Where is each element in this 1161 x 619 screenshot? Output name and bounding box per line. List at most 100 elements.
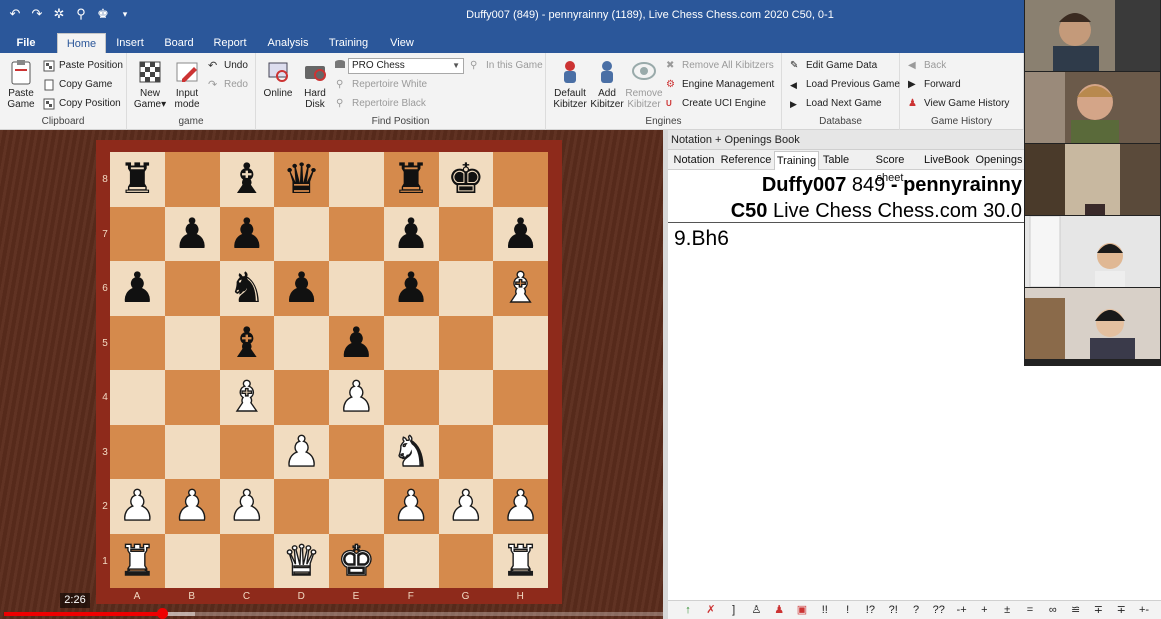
square-e1[interactable]: ♚: [329, 533, 384, 588]
square-h1[interactable]: ♜: [493, 533, 548, 588]
annotation-symbol-button[interactable]: ∓: [1111, 602, 1131, 619]
white-pawn-icon[interactable]: ♟: [173, 484, 212, 527]
undo-icon[interactable]: ↶: [6, 5, 24, 23]
new-game-button[interactable]: New Game▾: [132, 59, 168, 110]
square-f3[interactable]: ♞: [383, 424, 439, 479]
tab-analysis[interactable]: Analysis: [264, 33, 312, 53]
settings-icon[interactable]: ✲: [50, 5, 68, 23]
square-e4[interactable]: ♟: [329, 370, 384, 425]
square-b2[interactable]: ♟: [164, 479, 220, 534]
tab-score-sheet[interactable]: Score sheet: [862, 151, 918, 184]
square-a3[interactable]: [110, 424, 165, 479]
square-f6[interactable]: ♟: [383, 261, 439, 316]
square-f1[interactable]: [383, 533, 439, 588]
tab-notation[interactable]: Notation: [670, 151, 718, 170]
annotation-symbol-button[interactable]: =: [1020, 602, 1040, 619]
white-bishop-icon[interactable]: ♝: [227, 375, 266, 418]
square-g7[interactable]: [438, 206, 494, 261]
chess-board[interactable]: ♜ ♝ ♛ ♜ ♚ ♟ ♟ ♟ ♟ ♟ ♞ ♟ ♟ ♝ ♝ ♟ ♝ ♟ ♟ ♞ ♟ ♟ ♟ ♟ ♟ ♟ ♜ ♛ ♚ ♜: [110, 152, 548, 588]
square-f4[interactable]: [383, 370, 439, 425]
square-c8[interactable]: ♝: [219, 152, 275, 207]
white-bishop-icon[interactable]: ♝: [501, 266, 540, 309]
black-pawn-icon[interactable]: ♟: [392, 267, 430, 309]
remove-all-kibitzers-button[interactable]: ✖ Remove All Kibitzers: [666, 58, 774, 74]
square-d8[interactable]: ♛: [274, 152, 329, 207]
annotation-symbol-button[interactable]: ?!: [883, 602, 903, 619]
annotation-symbol-button[interactable]: +: [974, 602, 994, 619]
annotation-symbol-button[interactable]: ∞: [1043, 602, 1063, 619]
promote-icon[interactable]: ♙: [746, 602, 766, 619]
square-b8[interactable]: [164, 152, 220, 207]
square-a5[interactable]: [110, 315, 165, 370]
square-b7[interactable]: ♟: [164, 206, 220, 261]
load-previous-game-button[interactable]: ◀ Load Previous Game: [790, 77, 900, 93]
square-f8[interactable]: ♜: [383, 152, 439, 207]
white-pawn-icon[interactable]: ♟: [282, 430, 321, 473]
annotation-symbol-button[interactable]: ?: [906, 602, 926, 619]
paste-game-button[interactable]: Paste Game: [3, 59, 39, 110]
square-c4[interactable]: ♝: [219, 370, 275, 425]
tab-board[interactable]: Board: [160, 33, 198, 53]
square-h4[interactable]: [493, 370, 548, 425]
square-g8[interactable]: ♚: [438, 152, 494, 207]
redo-button[interactable]: ↷ Redo: [208, 77, 248, 93]
annotation-symbol-button[interactable]: +-: [1134, 602, 1154, 619]
back-button[interactable]: ◀ Back: [908, 58, 946, 74]
tab-training[interactable]: Training: [774, 151, 819, 170]
tab-file[interactable]: File: [8, 33, 44, 53]
square-d7[interactable]: [274, 206, 329, 261]
tab-insert[interactable]: Insert: [112, 33, 148, 53]
square-h2[interactable]: ♟: [493, 479, 548, 534]
repertoire-white-button[interactable]: ⚲ Repertoire White: [336, 77, 427, 93]
square-e5[interactable]: ♟: [329, 315, 384, 370]
pin-icon[interactable]: ⚲: [72, 5, 90, 23]
annotation-symbol-button[interactable]: -+: [952, 602, 972, 619]
remove-kibitzer-button[interactable]: Remove Kibitzer: [624, 59, 664, 110]
theme-icon[interactable]: ♚: [94, 5, 112, 23]
add-kibitzer-button[interactable]: Add Kibitzer: [587, 59, 627, 110]
tab-reference[interactable]: Reference: [720, 151, 772, 170]
paste-position-button[interactable]: Paste Position: [43, 58, 123, 74]
square-a6[interactable]: ♟: [110, 261, 165, 316]
black-pawn-icon[interactable]: ♟: [283, 267, 321, 309]
square-f2[interactable]: ♟: [383, 479, 439, 534]
white-pawn-icon[interactable]: ♟: [446, 484, 485, 527]
square-d4[interactable]: [274, 370, 329, 425]
black-pawn-icon[interactable]: ♟: [502, 212, 540, 255]
edit-game-data-button[interactable]: ✎ Edit Game Data: [790, 58, 877, 74]
square-b3[interactable]: [164, 424, 220, 479]
square-g4[interactable]: [438, 370, 494, 425]
annotation-symbol-button[interactable]: ±: [997, 602, 1017, 619]
square-g1[interactable]: [438, 533, 494, 588]
white-pawn-icon[interactable]: ♟: [118, 484, 157, 527]
square-e6[interactable]: [329, 261, 384, 316]
square-h3[interactable]: [493, 424, 548, 479]
up-arrow-icon[interactable]: ↑: [678, 602, 698, 619]
black-pawn-icon[interactable]: ♟: [173, 212, 211, 255]
square-h6[interactable]: ♝: [493, 261, 548, 316]
input-mode-button[interactable]: Input mode: [169, 59, 205, 110]
square-c5[interactable]: ♝: [219, 315, 275, 370]
demote-icon[interactable]: ♟: [769, 602, 789, 619]
square-d2[interactable]: [274, 479, 329, 534]
repertoire-black-button[interactable]: ⚲ Repertoire Black: [336, 96, 426, 112]
video-progress-bar[interactable]: [4, 608, 663, 619]
square-b6[interactable]: [164, 261, 220, 316]
chevron-down-icon[interactable]: ▼: [452, 59, 460, 73]
engine-management-button[interactable]: ⚙ Engine Management: [666, 77, 774, 93]
white-pawn-icon[interactable]: ♟: [501, 484, 540, 527]
square-a7[interactable]: [110, 206, 165, 261]
white-knight-icon[interactable]: ♞: [392, 430, 431, 473]
new-game-dropdown-icon[interactable]: ▾: [161, 99, 166, 110]
black-pawn-icon[interactable]: ♟: [338, 321, 376, 364]
square-h8[interactable]: [493, 152, 548, 207]
square-d3[interactable]: ♟: [274, 424, 329, 479]
black-king-icon[interactable]: ♚: [447, 158, 485, 200]
square-d1[interactable]: ♛: [274, 533, 329, 588]
dropdown-icon[interactable]: ▾: [116, 5, 134, 23]
black-pawn-icon[interactable]: ♟: [228, 212, 266, 255]
square-f7[interactable]: ♟: [383, 206, 439, 261]
square-g6[interactable]: [438, 261, 494, 316]
square-c3[interactable]: [219, 424, 275, 479]
analysis-icon[interactable]: ▣: [792, 602, 812, 619]
